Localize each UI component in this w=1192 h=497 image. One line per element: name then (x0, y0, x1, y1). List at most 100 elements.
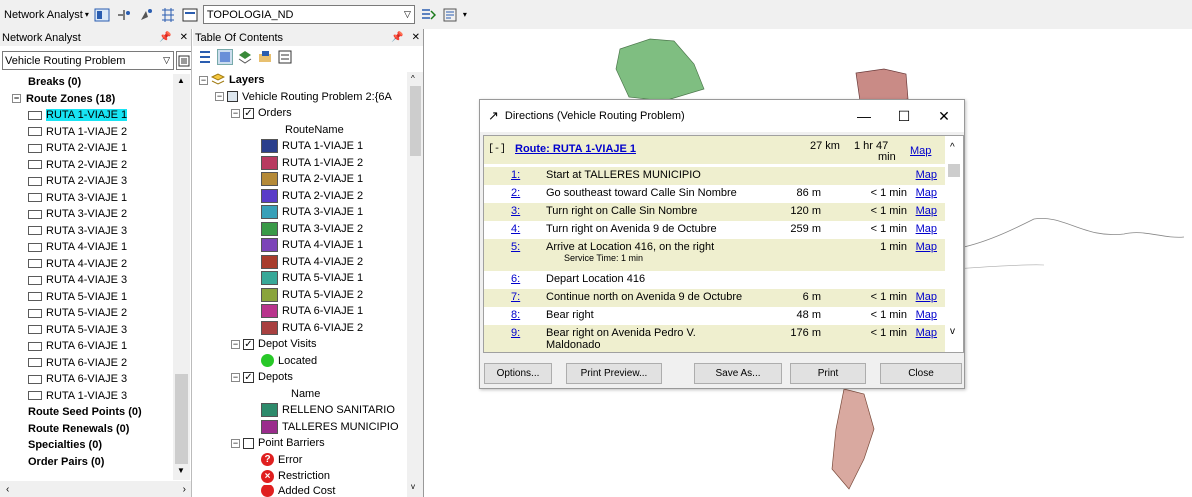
color-swatch-icon[interactable] (261, 172, 278, 187)
directions-scroll-thumb[interactable] (948, 164, 960, 177)
close-icon[interactable]: ✕ (180, 32, 188, 43)
color-swatch-icon[interactable] (261, 271, 278, 286)
na-class-item[interactable]: Specialties (0) (0, 437, 170, 454)
step-number-link[interactable]: 6: (511, 273, 520, 285)
close-icon[interactable]: ✕ (924, 100, 964, 132)
pin-icon[interactable]: 📌 (159, 32, 171, 43)
na-horizontal-scrollbar[interactable]: ‹ › (0, 481, 191, 497)
print-preview-button[interactable]: Print Preview... (566, 363, 662, 384)
pin-icon[interactable]: 📌 (391, 32, 403, 43)
minimize-icon[interactable]: — (844, 100, 884, 132)
scroll-down-icon[interactable]: v (411, 482, 415, 491)
step-map-link[interactable]: Map (916, 223, 937, 235)
select-move-location-icon[interactable] (137, 6, 155, 24)
color-swatch-icon[interactable] (261, 320, 278, 335)
route-zone-item[interactable]: RUTA 3-VIAJE 1 (0, 190, 170, 207)
network-analyst-window-icon[interactable] (93, 6, 111, 24)
depot-visits-node[interactable]: − ✓ Depot Visits (193, 336, 407, 353)
route-zone-item[interactable]: RUTA 5-VIAJE 3 (0, 322, 170, 339)
scroll-up-icon[interactable]: ^ (411, 74, 415, 83)
analysis-layer-combo[interactable]: Vehicle Routing Problem ▽ (2, 51, 174, 70)
route-zone-item[interactable]: RUTA 4-VIAJE 3 (0, 272, 170, 289)
route-zone-item[interactable]: RUTA 2-VIAJE 3 (0, 173, 170, 190)
depots-node[interactable]: − ✓ Depots (193, 369, 407, 386)
toolbar-options-icon[interactable]: ▾ (463, 10, 467, 19)
step-number-link[interactable]: 7: (511, 291, 520, 303)
route-zone-item[interactable]: RUTA 1-VIAJE 3 (0, 388, 170, 405)
scroll-up-icon[interactable]: ▲ (177, 76, 185, 85)
step-number-link[interactable]: 5: (511, 241, 520, 253)
toc-vertical-scrollbar[interactable]: ^ v (407, 72, 423, 497)
collapse-icon[interactable]: − (231, 339, 240, 349)
step-number-link[interactable]: 9: (511, 327, 520, 339)
maximize-icon[interactable]: ☐ (884, 100, 924, 132)
color-swatch-icon[interactable] (261, 139, 278, 154)
route-zone-item[interactable]: RUTA 6-VIAJE 2 (0, 355, 170, 372)
orders-checkbox[interactable]: ✓ (243, 107, 254, 119)
scroll-left-icon[interactable]: ‹ (6, 484, 9, 495)
route-name-link[interactable]: Route: RUTA 1-VIAJE 1 (515, 143, 636, 155)
list-by-source-icon[interactable] (217, 49, 233, 65)
scroll-right-icon[interactable]: › (183, 484, 186, 495)
route-zone-item[interactable]: RUTA 1-VIAJE 1 (0, 107, 170, 124)
point-barriers-node[interactable]: − Point Barriers (193, 435, 407, 452)
step-map-link[interactable]: Map (916, 291, 937, 303)
collapse-icon[interactable]: − (231, 438, 240, 448)
options-button[interactable]: Options... (484, 363, 552, 384)
collapse-icon[interactable]: − (199, 75, 208, 85)
vrp-visibility-checkbox[interactable] (227, 91, 238, 103)
step-map-link[interactable]: Map (916, 187, 937, 199)
close-icon[interactable]: ✕ (412, 32, 420, 43)
step-map-link[interactable]: Map (916, 205, 937, 217)
na-class-item[interactable]: − Route Zones (18) (0, 91, 170, 108)
route-zone-item[interactable]: RUTA 3-VIAJE 2 (0, 206, 170, 223)
depot-visits-checkbox[interactable]: ✓ (243, 338, 254, 350)
directions-title-bar[interactable]: ↗ Directions (Vehicle Routing Problem) —… (480, 100, 964, 132)
directions-window-icon[interactable] (181, 6, 199, 24)
route-zone-item[interactable]: RUTA 4-VIAJE 1 (0, 239, 170, 256)
route-zone-item[interactable]: RUTA 2-VIAJE 2 (0, 157, 170, 174)
toc-options-icon[interactable] (277, 49, 293, 65)
na-class-item[interactable]: Route Renewals (0) (0, 421, 170, 438)
network-dataset-combo[interactable]: TOPOLOGIA_ND ▽ (202, 5, 415, 24)
network-identify-icon[interactable] (441, 6, 459, 24)
solve-icon[interactable] (419, 6, 437, 24)
scroll-down-icon[interactable]: ▼ (177, 466, 185, 475)
scroll-up-icon[interactable]: ^ (950, 142, 955, 153)
directions-scrollbar[interactable]: ^ v (945, 142, 963, 352)
print-button[interactable]: Print (790, 363, 866, 384)
collapse-route-toggle[interactable]: [-] (488, 144, 506, 155)
collapse-icon[interactable]: − (215, 92, 224, 102)
route-zone-item[interactable]: RUTA 3-VIAJE 3 (0, 223, 170, 240)
na-scroll-thumb[interactable] (175, 374, 188, 464)
color-swatch-icon[interactable] (261, 188, 278, 203)
step-map-link[interactable]: Map (916, 309, 937, 321)
list-by-visibility-icon[interactable] (237, 49, 253, 65)
new-location-icon[interactable] (115, 6, 133, 24)
layer-properties-button[interactable] (176, 51, 191, 70)
color-swatch-icon[interactable] (261, 221, 278, 236)
color-swatch-icon[interactable] (261, 419, 278, 434)
save-as-button[interactable]: Save As... (694, 363, 782, 384)
collapse-icon[interactable]: − (231, 372, 240, 382)
point-barriers-checkbox[interactable] (243, 437, 254, 449)
route-zone-item[interactable]: RUTA 6-VIAJE 3 (0, 371, 170, 388)
color-swatch-icon[interactable] (261, 287, 278, 302)
step-map-link[interactable]: Map (916, 327, 937, 339)
route-zone-item[interactable]: RUTA 2-VIAJE 1 (0, 140, 170, 157)
route-zone-item[interactable]: RUTA 6-VIAJE 1 (0, 338, 170, 355)
color-swatch-icon[interactable] (261, 238, 278, 253)
layers-node[interactable]: − Layers (193, 72, 407, 89)
toc-scroll-thumb[interactable] (410, 86, 421, 156)
route-zone-item[interactable]: RUTA 5-VIAJE 1 (0, 289, 170, 306)
step-number-link[interactable]: 3: (511, 205, 520, 217)
vrp-layer-node[interactable]: − Vehicle Routing Problem 2:{6A (193, 89, 407, 106)
step-map-link[interactable]: Map (916, 241, 937, 253)
step-number-link[interactable]: 2: (511, 187, 520, 199)
color-swatch-icon[interactable] (261, 155, 278, 170)
route-map-link[interactable]: Map (910, 145, 931, 157)
route-zone-item[interactable]: RUTA 4-VIAJE 2 (0, 256, 170, 273)
collapse-icon[interactable]: − (12, 94, 21, 104)
na-class-item[interactable]: Route Seed Points (0) (0, 404, 170, 421)
depots-checkbox[interactable]: ✓ (243, 371, 254, 383)
